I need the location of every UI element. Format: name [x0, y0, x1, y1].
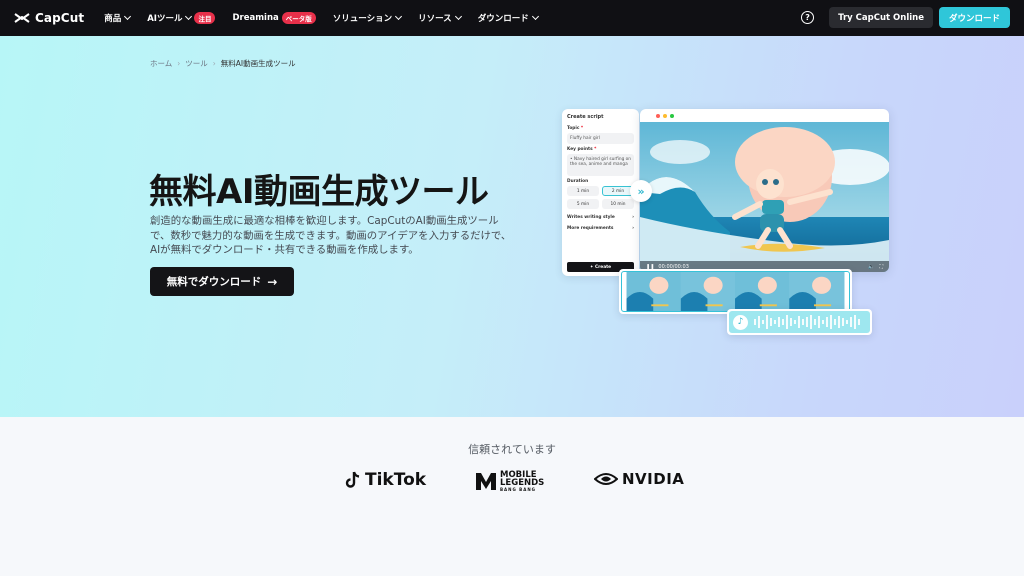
more-requirements-row[interactable]: More requirements ›: [567, 226, 634, 231]
nav-item-dreamina[interactable]: Dreamina ベータ版: [232, 12, 316, 24]
key-points-input[interactable]: • Navy haired girl surfing on the sea, a…: [567, 154, 634, 176]
chevron-right-icon: ›: [212, 59, 216, 68]
chevron-down-icon: [185, 12, 193, 21]
duration-option[interactable]: 1 min: [567, 186, 599, 196]
window-dots: [656, 114, 677, 118]
waveform-icon: [754, 315, 860, 329]
chevron-down-icon: [395, 12, 403, 21]
nvidia-logo: NVIDIA: [594, 470, 684, 488]
video-preview-window: ❚❚ 00:00/00:03 🔈 ⛶: [640, 109, 889, 272]
nav-item-solutions[interactable]: ソリューション: [332, 12, 403, 24]
logo-text: CapCut: [35, 11, 85, 25]
nav-item-label: リソース: [418, 14, 452, 24]
tiktok-logo: TikTok: [345, 470, 426, 490]
nav-item-label: ダウンロード: [477, 14, 529, 24]
trusted-by-label: 信頼されています: [468, 443, 556, 456]
nav-item-label: ソリューション: [332, 14, 393, 24]
duration-label: Duration: [567, 179, 589, 184]
nav-actions: ? Try CapCut Online ダウンロード: [801, 7, 1010, 28]
create-script-card: Create script Topic * Fluffy hair girl K…: [562, 109, 639, 276]
script-card-title: Create script: [567, 114, 604, 120]
nvidia-eye-icon: [594, 473, 618, 485]
cta-label: 無料でダウンロード: [166, 276, 262, 288]
chevron-down-icon: [454, 12, 462, 21]
hero-description: 創造的な動画生成に最適な相棒を歓迎します。CapCutのAI動画生成ツールで、数…: [150, 215, 512, 256]
breadcrumb-tools[interactable]: ツール: [185, 58, 208, 69]
nav-item-label: AIツール: [147, 14, 183, 24]
duration-option[interactable]: 5 min: [567, 199, 599, 209]
video-timeline-strip: [619, 269, 852, 314]
music-note-icon: ♪: [733, 314, 748, 330]
breadcrumb-current: 無料AI動画生成ツール: [220, 59, 296, 68]
topic-label: Topic *: [567, 126, 584, 131]
hero-section: ホーム › ツール › 無料AI動画生成ツール 無料AI動画生成ツール 創造的な…: [0, 36, 1024, 417]
nav-item-label: 商品: [104, 14, 122, 24]
beta-badge: ベータ版: [281, 12, 316, 24]
mobile-legends-text: MOBILE LEGENDS BANG BANG: [500, 469, 545, 492]
chevron-down-icon: [531, 12, 539, 21]
key-points-label: Key points *: [567, 147, 597, 152]
nav-item-products[interactable]: 商品: [104, 12, 132, 24]
chevron-down-icon: [124, 12, 132, 21]
featured-badge: 注目: [194, 12, 216, 24]
breadcrumb: ホーム › ツール › 無料AI動画生成ツール: [150, 58, 296, 69]
breadcrumb-home[interactable]: ホーム: [150, 58, 172, 69]
capcut-logo-icon: [14, 12, 30, 24]
trusted-logos: TikTok MOBILE LEGENDS BANG BANG NVIDIA: [0, 470, 1024, 496]
mobile-legends-logo: MOBILE LEGENDS BANG BANG: [475, 470, 544, 492]
audio-waveform: ♪: [729, 311, 870, 333]
nav-item-resources[interactable]: リソース: [418, 12, 462, 24]
tiktok-icon: [345, 471, 360, 488]
audio-track: ♪: [727, 309, 872, 335]
arrow-right-icon: →: [267, 274, 278, 289]
capcut-logo[interactable]: CapCut: [14, 11, 84, 25]
duration-option[interactable]: 10 min: [602, 199, 634, 209]
nav-item-label: Dreamina: [232, 13, 279, 23]
download-button[interactable]: ダウンロード: [938, 7, 1010, 28]
chevron-right-icon: ›: [177, 59, 181, 68]
help-icon[interactable]: ?: [801, 11, 815, 24]
mobile-legends-icon: [476, 473, 496, 490]
nav-item-ai-tools[interactable]: AIツール 注目: [147, 12, 216, 24]
nav-item-download[interactable]: ダウンロード: [477, 12, 539, 24]
writing-style-row[interactable]: Writes writing style ›: [567, 215, 634, 220]
try-capcut-online-button[interactable]: Try CapCut Online: [829, 7, 933, 28]
page-title: 無料AI動画生成ツール: [149, 172, 489, 212]
topic-input[interactable]: Fluffy hair girl: [567, 133, 634, 144]
volume-icon[interactable]: 🔈: [868, 264, 874, 270]
free-download-button[interactable]: 無料でダウンロード →: [150, 267, 294, 296]
duration-options: 1 min 2 min 5 min 10 min: [567, 186, 634, 209]
top-navigation-bar: CapCut 商品 AIツール 注目 Dreamina ベータ版 ソリューション…: [0, 0, 1024, 36]
timeline-frames-image: [621, 271, 850, 312]
fast-forward-icon: »: [630, 180, 652, 202]
fullscreen-icon[interactable]: ⛶: [879, 264, 883, 270]
anime-surfer-image: [640, 122, 889, 272]
